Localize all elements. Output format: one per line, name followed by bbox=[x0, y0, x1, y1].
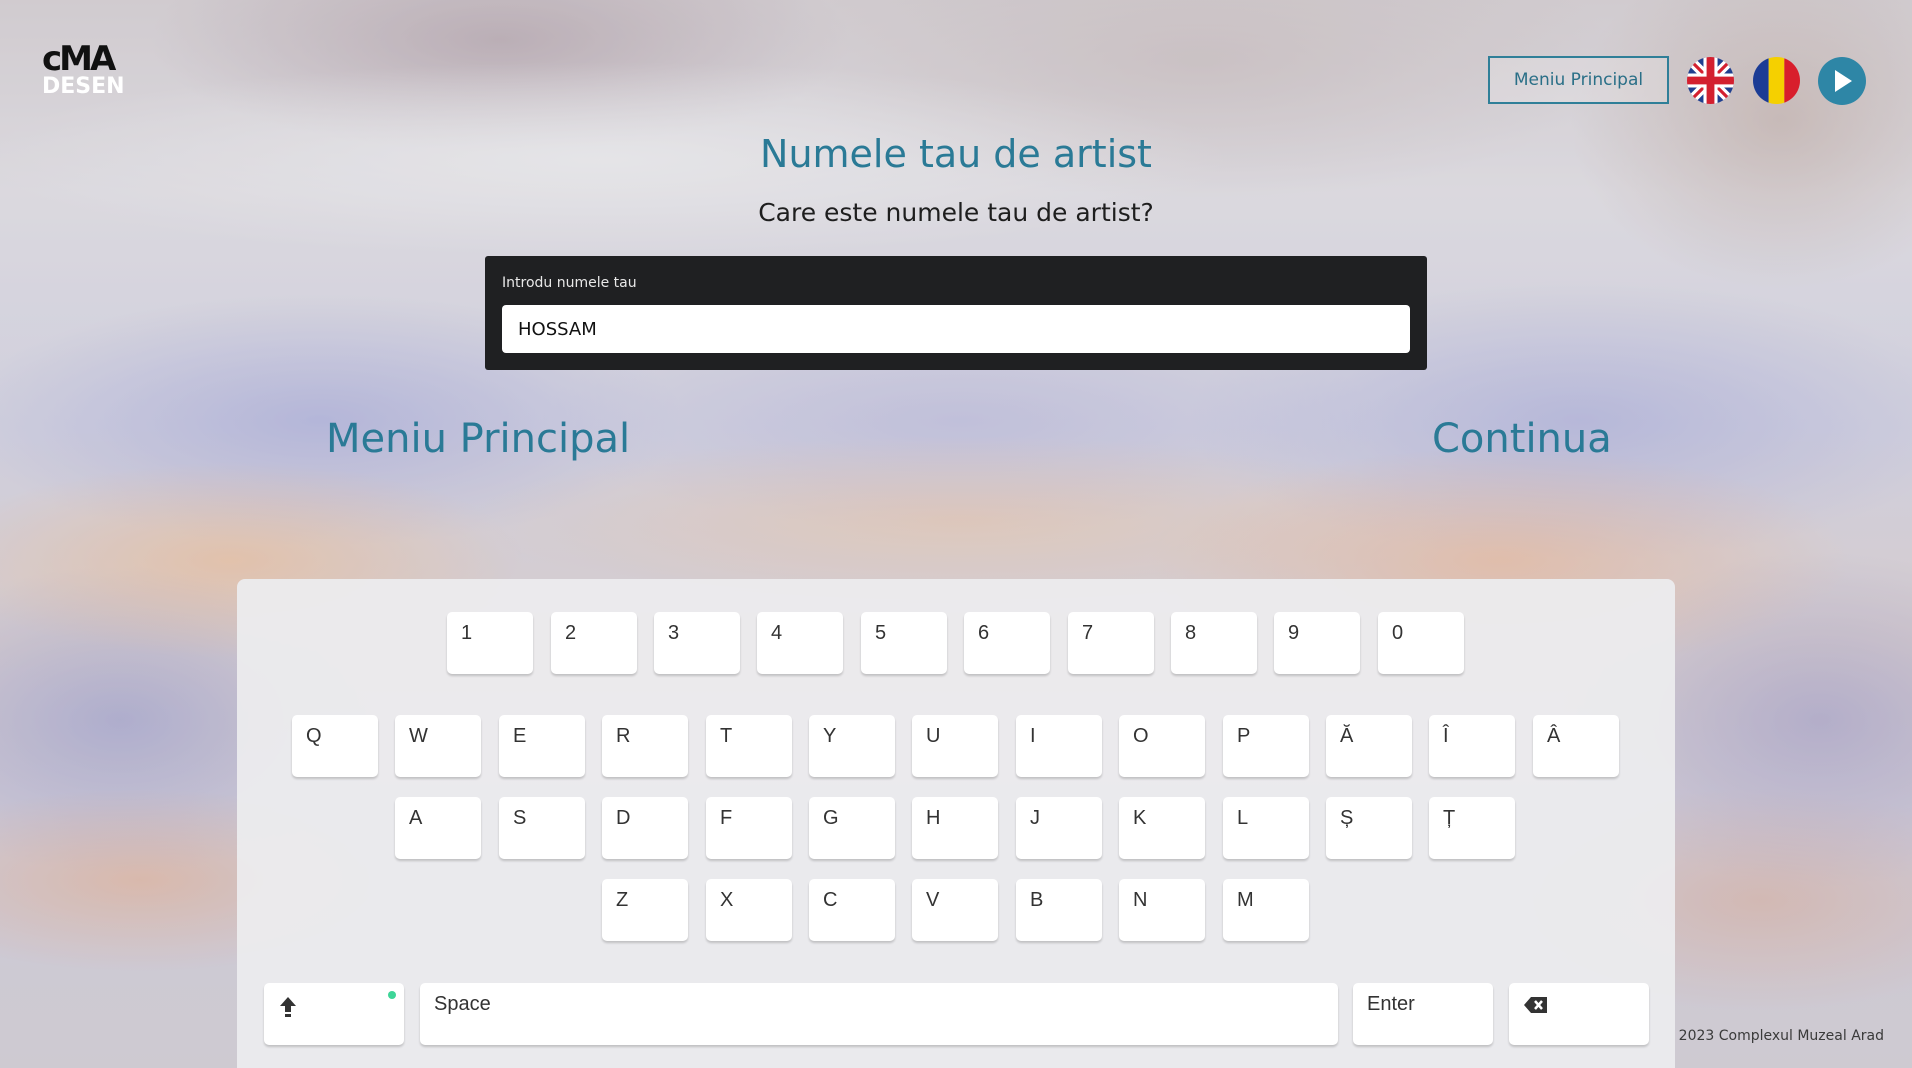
key[interactable]: D bbox=[602, 797, 688, 859]
key[interactable]: Z bbox=[602, 879, 688, 941]
key[interactable]: Â bbox=[1533, 715, 1619, 777]
key[interactable]: 2 bbox=[551, 612, 637, 674]
key[interactable]: M bbox=[1223, 879, 1309, 941]
key[interactable]: N bbox=[1119, 879, 1205, 941]
shift-indicator bbox=[388, 991, 396, 999]
key[interactable]: W bbox=[395, 715, 481, 777]
romanian-flag-icon[interactable] bbox=[1753, 57, 1800, 104]
play-icon[interactable] bbox=[1818, 57, 1866, 105]
key[interactable]: H bbox=[912, 797, 998, 859]
key[interactable]: B bbox=[1016, 879, 1102, 941]
key[interactable]: G bbox=[809, 797, 895, 859]
key[interactable]: Y bbox=[809, 715, 895, 777]
key[interactable]: Ă bbox=[1326, 715, 1412, 777]
key[interactable]: 4 bbox=[757, 612, 843, 674]
key[interactable]: J bbox=[1016, 797, 1102, 859]
enter-key[interactable]: Enter bbox=[1353, 983, 1493, 1045]
copyright-text: 2023 Complexul Muzeal Arad bbox=[1678, 1028, 1884, 1044]
backspace-key[interactable] bbox=[1509, 983, 1649, 1045]
logo-text: DESEN bbox=[42, 74, 125, 99]
key[interactable]: 0 bbox=[1378, 612, 1464, 674]
onscreen-keyboard: 1 2 3 4 5 6 7 8 9 0 Q W E R T Y U I O P … bbox=[237, 579, 1675, 1068]
space-key[interactable]: Space bbox=[420, 983, 1338, 1045]
logo: cMA DESEN bbox=[42, 39, 125, 100]
page: cMA DESEN Meniu Principal Numele tau de … bbox=[0, 0, 1912, 1068]
key[interactable]: 6 bbox=[964, 612, 1050, 674]
page-title: Numele tau de artist bbox=[760, 132, 1152, 176]
main-menu-button[interactable]: Meniu Principal bbox=[1488, 56, 1669, 104]
key[interactable]: E bbox=[499, 715, 585, 777]
key[interactable]: 7 bbox=[1068, 612, 1154, 674]
key[interactable]: Î bbox=[1429, 715, 1515, 777]
key[interactable]: 1 bbox=[447, 612, 533, 674]
key[interactable]: F bbox=[706, 797, 792, 859]
artist-name-input[interactable] bbox=[502, 305, 1410, 353]
key[interactable]: O bbox=[1119, 715, 1205, 777]
key[interactable]: Ș bbox=[1326, 797, 1412, 859]
page-subtitle: Care este numele tau de artist? bbox=[758, 198, 1154, 227]
name-input-label: Introdu numele tau bbox=[502, 275, 637, 291]
key[interactable]: R bbox=[602, 715, 688, 777]
shift-key[interactable] bbox=[264, 983, 404, 1045]
key[interactable]: V bbox=[912, 879, 998, 941]
key[interactable]: X bbox=[706, 879, 792, 941]
key[interactable]: P bbox=[1223, 715, 1309, 777]
key[interactable]: Q bbox=[292, 715, 378, 777]
back-to-menu-link[interactable]: Meniu Principal bbox=[326, 416, 630, 462]
key[interactable]: T bbox=[706, 715, 792, 777]
english-flag-icon[interactable] bbox=[1687, 57, 1734, 104]
backspace-icon bbox=[1523, 997, 1549, 1020]
key[interactable]: K bbox=[1119, 797, 1205, 859]
continue-link[interactable]: Continua bbox=[1432, 416, 1612, 462]
logo-mark: cMA bbox=[42, 39, 116, 79]
shift-icon bbox=[278, 997, 298, 1024]
key[interactable]: I bbox=[1016, 715, 1102, 777]
key[interactable]: U bbox=[912, 715, 998, 777]
key[interactable]: Ț bbox=[1429, 797, 1515, 859]
key[interactable]: 8 bbox=[1171, 612, 1257, 674]
name-input-panel: Introdu numele tau bbox=[485, 256, 1427, 370]
key[interactable]: 5 bbox=[861, 612, 947, 674]
key[interactable]: S bbox=[499, 797, 585, 859]
key[interactable]: C bbox=[809, 879, 895, 941]
key[interactable]: L bbox=[1223, 797, 1309, 859]
key[interactable]: 9 bbox=[1274, 612, 1360, 674]
key[interactable]: A bbox=[395, 797, 481, 859]
key[interactable]: 3 bbox=[654, 612, 740, 674]
